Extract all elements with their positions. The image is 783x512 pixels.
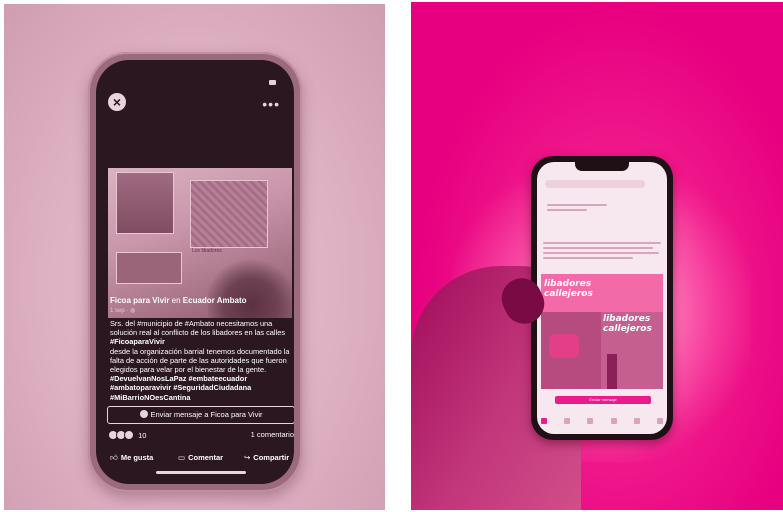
phone-device-right: libadores callejeros libadores callejero… [531,156,673,440]
phone-device: × ••• Los libadores Ficoa para Vivir en … [88,52,302,492]
facebook-feed-screen: libadores callejeros libadores callejero… [537,162,667,434]
post-author[interactable]: Ficoa para Vivir en Ecuador Ambato [110,296,247,305]
bottom-nav [541,418,663,428]
more-options-icon[interactable]: ••• [262,96,280,112]
thumbs-up-icon: 👍︎ [110,453,118,462]
author-group[interactable]: Ecuador Ambato [183,296,247,305]
comment-bubble-icon: ▭ [178,453,186,462]
reaction-count[interactable]: 10 [138,431,146,440]
phone-notch [575,162,629,171]
battery-icon [269,80,276,85]
poster-person [607,354,617,389]
post-text-line [543,247,653,249]
messenger-icon [139,410,148,418]
send-message-button[interactable]: Enviar mensaje [555,396,651,404]
comments-count[interactable]: 1 comentario [251,430,294,439]
post-text-line [543,257,633,259]
post-header-line [547,204,607,206]
home-indicator [156,471,246,474]
image-thumb-person [116,172,174,234]
notifications-icon[interactable] [633,418,640,424]
comment-button[interactable]: ▭ Comentar [178,453,223,462]
left-photo: × ••• Los libadores Ficoa para Vivir en … [4,4,385,510]
image-thumb-pavement [190,180,268,248]
post-text: Srs. del #municipio de #Ambato necesitam… [110,319,290,402]
share-button[interactable]: ↪ Compartir [244,453,289,462]
right-photo: libadores callejeros libadores callejero… [411,2,783,510]
search-bar[interactable] [545,180,645,188]
image-caption: Los libadores [192,248,222,254]
image-thumb-palm [208,254,292,318]
close-icon[interactable]: × [108,93,126,111]
home-icon[interactable] [541,418,547,424]
reactions-row: 10 1 comentario [108,430,294,440]
friends-icon[interactable] [587,418,594,424]
share-arrow-icon: ↪ [244,453,251,462]
marketplace-icon[interactable] [610,418,617,424]
poster-title: libadores callejeros [603,314,652,334]
like-button[interactable]: 👍︎ Me gusta [110,453,153,463]
poster-title: libadores callejeros [544,279,593,299]
post-date: 1 sep · ◍ [110,308,136,314]
post-image[interactable]: libadores callejeros libadores callejero… [541,274,663,389]
menu-icon[interactable] [656,418,663,424]
facebook-post-screen: × ••• Los libadores Ficoa para Vivir en … [96,60,294,484]
globe-icon: ◍ [130,308,136,314]
post-header-line [547,209,587,211]
poster-car [549,334,579,358]
image-thumb-street [116,252,182,284]
post-text-line [543,252,659,254]
video-icon[interactable] [564,418,571,424]
send-message-button[interactable]: Enviar mensaje a Ficoa para Vivir [107,406,294,424]
reaction-icons[interactable] [108,430,134,440]
author-page[interactable]: Ficoa para Vivir [110,296,169,305]
post-text-line [543,242,661,244]
